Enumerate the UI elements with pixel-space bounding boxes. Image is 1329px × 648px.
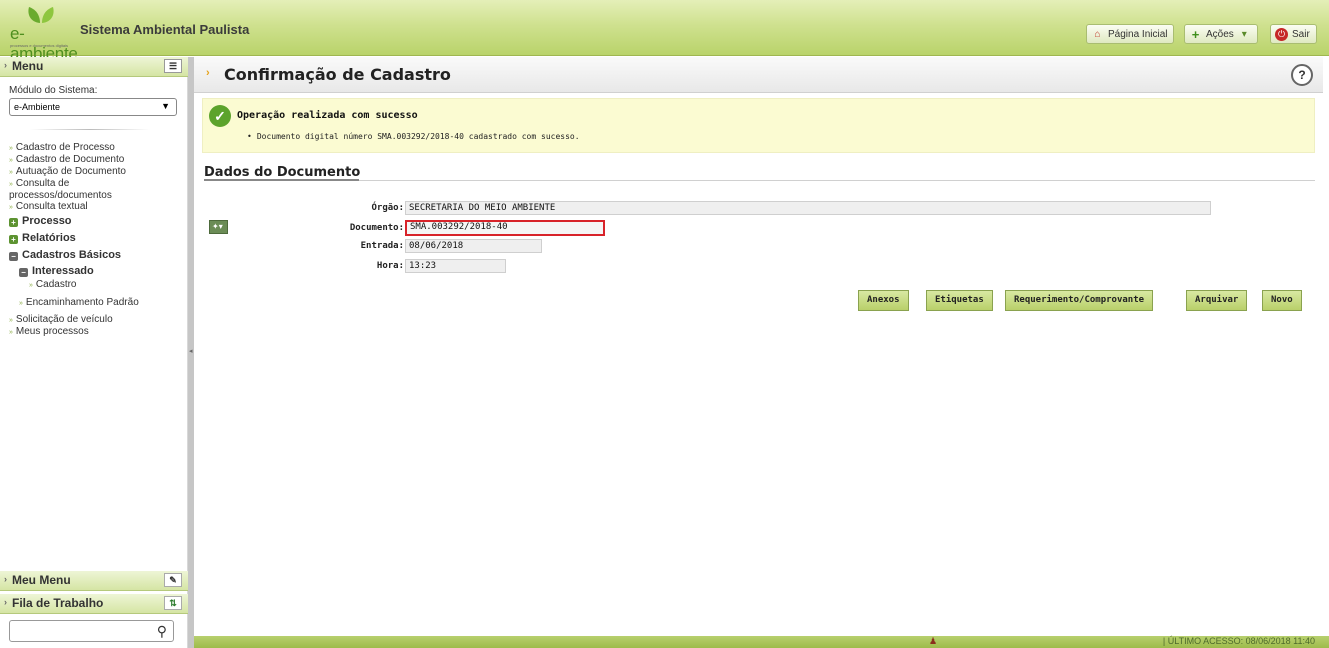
menu-item-consulta-textual[interactable]: » Consulta textual xyxy=(9,201,184,213)
help-icon[interactable]: ? xyxy=(1291,64,1313,86)
top-header: e-ambiente processos e documentos digita… xyxy=(0,0,1329,63)
title-arrow-icon: › xyxy=(206,67,210,79)
menu-item-consulta-processos[interactable]: » Consulta de processos/documentos xyxy=(9,178,184,201)
modulo-select[interactable]: e-Ambiente ▼ xyxy=(9,98,177,116)
modulo-select-value: e-Ambiente xyxy=(14,102,61,112)
anexos-button[interactable]: Anexos xyxy=(858,290,909,311)
menu-item-cadastro-documento[interactable]: » Cadastro de Documento xyxy=(9,154,184,166)
menu-group-processo[interactable]: + Processo xyxy=(9,213,184,230)
arquivar-button[interactable]: Arquivar xyxy=(1186,290,1248,311)
divider xyxy=(30,129,150,130)
section-title: Dados do Documento xyxy=(204,165,361,180)
bullet-icon: » xyxy=(9,329,13,336)
edit-icon[interactable]: ✎ xyxy=(164,573,182,587)
menu-group-cadastros-basicos[interactable]: − Cadastros Básicos xyxy=(9,247,184,264)
section-divider xyxy=(204,179,1315,181)
message-title: Operação realizada com sucesso xyxy=(237,110,418,121)
menu-item-autuacao-documento[interactable]: » Autuação de Documento xyxy=(9,166,184,178)
documento-label: Documento: xyxy=(349,223,404,233)
menu-list: » Cadastro de Processo » Cadastro de Docum… xyxy=(9,142,184,338)
page-title: Confirmação de Cadastro xyxy=(224,65,451,84)
logo-subtitle: processos e documentos digitais xyxy=(10,43,69,48)
menu-item-encaminhamento-padrao[interactable]: » Encaminhamento Padrão xyxy=(9,297,184,309)
success-message: ✓ Operação realizada com sucesso • Docume… xyxy=(202,98,1315,153)
expand-icon: + xyxy=(9,218,18,227)
main-content: › Confirmação de Cadastro ? ✓ Operação r… xyxy=(194,57,1329,637)
bullet-icon: » xyxy=(9,157,13,164)
check-icon: ✓ xyxy=(209,105,231,127)
power-icon: ⏻ xyxy=(1275,27,1288,41)
leaf-icon xyxy=(28,7,54,23)
page-header: › Confirmação de Cadastro ? xyxy=(194,57,1323,93)
pin-menu-button[interactable]: ✦▾ xyxy=(209,220,228,234)
menu-item-solicitacao-veiculo[interactable]: » Solicitação de veículo xyxy=(9,314,184,326)
collapse-arrow-icon[interactable]: ◂ xyxy=(189,347,193,355)
menu-group-relatorios[interactable]: + Relatórios xyxy=(9,230,184,247)
fila-trabalho-header[interactable]: › Fila de Trabalho ⇅ xyxy=(0,594,188,614)
orgao-label: Órgão: xyxy=(371,203,404,213)
entrada-field: 08/06/2018 xyxy=(405,239,542,253)
last-access: | ÚLTIMO ACESSO: 08/06/2018 11:40 xyxy=(1162,636,1315,646)
pin-icon: ✦▾ xyxy=(212,222,223,231)
bullet-icon: » xyxy=(9,204,13,211)
status-bar: ♟ | ÚLTIMO ACESSO: 08/06/2018 11:40 xyxy=(194,636,1329,648)
orgao-field: SECRETARIA DO MEIO AMBIENTE xyxy=(405,201,1211,215)
bullet-icon: » xyxy=(19,300,23,307)
collapse-icon: − xyxy=(9,252,18,261)
hora-field: 13:23 xyxy=(405,259,506,273)
search-icon[interactable]: ⚲ xyxy=(157,623,167,640)
bullet-icon: » xyxy=(9,145,13,152)
bullet-icon: » xyxy=(29,282,33,289)
actions-button[interactable]: + Ações ▾ xyxy=(1184,24,1258,44)
sidebar-search-input[interactable]: ⚲ xyxy=(9,620,174,642)
user-icon: ♟ xyxy=(929,636,938,646)
home-button-label: Página Inicial xyxy=(1108,28,1168,40)
sidebar: › Menu ☰ Módulo do Sistema: e-Ambiente ▼… xyxy=(0,57,188,648)
home-button[interactable]: ⌂ Página Inicial xyxy=(1086,24,1175,44)
chevron-down-icon: ▾ xyxy=(1241,28,1247,40)
plus-icon: + xyxy=(1191,26,1200,42)
expand-icon: + xyxy=(9,235,18,244)
menu-group-interessado[interactable]: − Interessado xyxy=(9,264,184,279)
message-detail: • Documento digital número SMA.003292/201… xyxy=(247,132,580,141)
entrada-label: Entrada: xyxy=(360,241,404,251)
menu-title: Menu xyxy=(12,59,44,73)
menu-item-cadastro-processo[interactable]: » Cadastro de Processo xyxy=(9,142,184,154)
refresh-icon[interactable]: ⇅ xyxy=(164,596,182,610)
caret-icon: › xyxy=(4,574,7,584)
meu-menu-header[interactable]: › Meu Menu ✎ xyxy=(0,571,188,591)
menu-header[interactable]: › Menu ☰ xyxy=(0,57,188,77)
exit-button-label: Sair xyxy=(1292,28,1310,40)
collapse-icon: − xyxy=(19,268,28,277)
bullet-icon: » xyxy=(9,169,13,176)
etiquetas-button[interactable]: Etiquetas xyxy=(926,290,993,311)
menu-item-cadastro[interactable]: » Cadastro xyxy=(9,279,184,291)
home-icon: ⌂ xyxy=(1094,28,1101,40)
dropdown-arrow-icon: ▼ xyxy=(161,101,170,111)
e-ambiente-logo[interactable]: e-ambiente processos e documentos digita… xyxy=(10,6,78,63)
modulo-label: Módulo do Sistema: xyxy=(9,85,98,96)
requerimento-comprovante-button[interactable]: Requerimento/Comprovante xyxy=(1005,290,1154,311)
menu-layout-icon[interactable]: ☰ xyxy=(164,59,182,73)
menu-item-meus-processos[interactable]: » Meus processos xyxy=(9,326,184,338)
caret-icon: › xyxy=(4,60,7,70)
documento-field: SMA.003292/2018-40 xyxy=(405,220,605,236)
exit-button[interactable]: ⏻ Sair xyxy=(1270,24,1317,44)
novo-button[interactable]: Novo xyxy=(1262,290,1302,311)
caret-icon: › xyxy=(4,597,7,607)
bullet-icon: » xyxy=(9,317,13,324)
actions-button-label: Ações xyxy=(1206,28,1234,40)
app-title: Sistema Ambiental Paulista xyxy=(80,22,250,37)
bullet-icon: » xyxy=(9,181,13,188)
hora-label: Hora: xyxy=(376,261,404,271)
